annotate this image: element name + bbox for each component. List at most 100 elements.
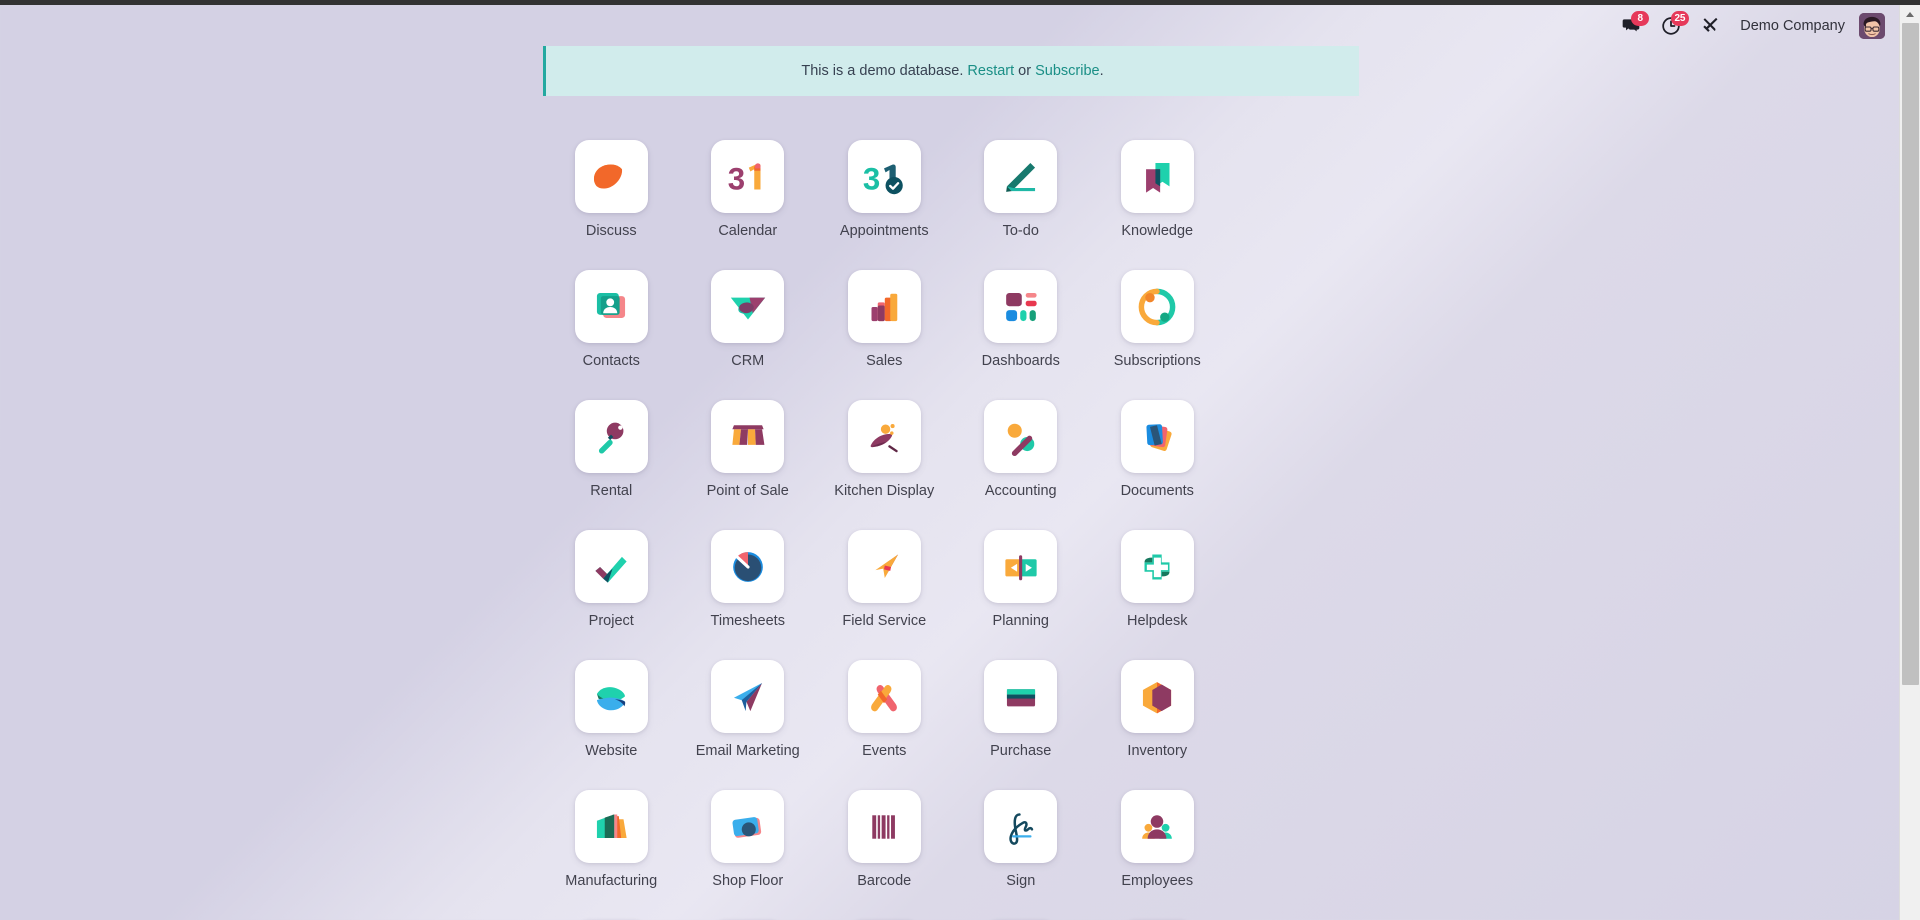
app-item-kitchen-display[interactable]: Kitchen Display [816, 400, 953, 530]
app-item-inventory[interactable]: Inventory [1089, 660, 1226, 790]
crm-icon [711, 270, 785, 343]
field-service-icon [847, 530, 921, 603]
scrollbar-thumb[interactable] [1902, 23, 1919, 685]
app-label: Subscriptions [1113, 353, 1201, 369]
app-label: Website [585, 743, 638, 759]
app-item-employees[interactable]: Employees [1089, 790, 1226, 920]
app-item-planning[interactable]: Planning [953, 530, 1090, 660]
app-item-timesheets[interactable]: Timesheets [680, 530, 817, 660]
events-icon [847, 660, 921, 733]
app-item-crm[interactable]: CRM [680, 270, 817, 400]
app-label: Field Service [842, 613, 927, 629]
app-item-email-marketing[interactable]: Email Marketing [680, 660, 817, 790]
app-label: Documents [1120, 483, 1194, 499]
app-item-to-do[interactable]: To-do [953, 140, 1090, 270]
appointments-icon: 33 [847, 140, 921, 213]
app-item-purchase[interactable]: Purchase [953, 660, 1090, 790]
app-item-barcode[interactable]: Barcode [816, 790, 953, 920]
todo-icon [1005, 162, 1035, 192]
messages-button[interactable]: 8 [1611, 5, 1651, 46]
email-marketing-icon [711, 660, 785, 733]
barcode-icon [847, 790, 921, 863]
app-item-accounting[interactable]: Accounting [953, 400, 1090, 530]
sales-icon [871, 293, 898, 321]
app-label: Contacts [582, 353, 640, 369]
manufacturing-icon [597, 814, 627, 838]
documents-icon [1146, 423, 1172, 451]
activities-button[interactable]: 25 [1651, 5, 1691, 46]
app-item-helpdesk[interactable]: Helpdesk [1089, 530, 1226, 660]
app-item-field-service[interactable]: Field Service [816, 530, 953, 660]
app-label: Purchase [990, 743, 1052, 759]
project-icon [595, 556, 627, 583]
app-label: Discuss [585, 223, 637, 239]
app-label: Shop Floor [712, 873, 784, 889]
app-item-manufacturing[interactable]: Manufacturing [543, 790, 680, 920]
kitchen-display-icon [870, 423, 898, 452]
app-item-project[interactable]: Project [543, 530, 680, 660]
field-service-icon [875, 554, 899, 578]
app-item-website[interactable]: Website [543, 660, 680, 790]
app-item-subscriptions[interactable]: Subscriptions [1089, 270, 1226, 400]
user-avatar[interactable] [1859, 12, 1885, 39]
company-switcher[interactable]: Demo Company [1730, 5, 1857, 46]
app-item-calendar[interactable]: 3 Calendar [680, 140, 817, 270]
app-label: Timesheets [710, 613, 785, 629]
app-label: Planning [992, 613, 1049, 629]
employees-icon [1120, 790, 1194, 863]
app-item-point-of-sale[interactable]: Point of Sale [680, 400, 817, 530]
point-of-sale-icon [732, 424, 765, 445]
contacts-icon [574, 270, 648, 343]
barcode-icon [872, 814, 896, 839]
app-label: Accounting [984, 483, 1057, 499]
accounting-icon [1007, 423, 1035, 456]
email-marketing-icon [733, 682, 762, 711]
app-item-sign[interactable]: Sign [953, 790, 1090, 920]
inventory-icon [1143, 681, 1172, 713]
app-item-events[interactable]: Events [816, 660, 953, 790]
subscriptions-icon [1120, 270, 1194, 343]
app-item-contacts[interactable]: Contacts [543, 270, 680, 400]
app-item-knowledge[interactable]: Knowledge [1089, 140, 1226, 270]
app-item-documents[interactable]: Documents [1089, 400, 1226, 530]
app-label: Events [862, 743, 907, 759]
shop-floor-icon [732, 816, 761, 838]
planning-icon [1005, 554, 1037, 580]
app-label: Inventory [1127, 743, 1188, 759]
events-icon [871, 684, 898, 711]
purchase-icon [1006, 688, 1035, 706]
helpdesk-icon [1144, 554, 1170, 579]
app-label: Dashboards [981, 353, 1060, 369]
app-item-discuss[interactable]: Discuss [543, 140, 680, 270]
app-item-dashboards[interactable]: Dashboards [953, 270, 1090, 400]
banner-prefix-text: This is a demo database. [801, 63, 968, 79]
app-item-shop-floor[interactable]: Shop Floor [680, 790, 817, 920]
app-item-rental[interactable]: Rental [543, 400, 680, 530]
banner-suffix-text: . [1099, 63, 1104, 79]
knowledge-icon [1146, 162, 1170, 193]
timesheets-icon [711, 530, 785, 603]
scrollbar-up-arrow-icon[interactable] [1900, 5, 1920, 23]
app-label: Calendar [718, 223, 778, 239]
shop-floor-icon [711, 790, 785, 863]
banner-middle-text: or [1014, 63, 1036, 79]
debug-tools-button[interactable] [1691, 5, 1730, 46]
page-scrollbar[interactable] [1899, 5, 1920, 920]
app-label: Appointments [839, 223, 929, 239]
accounting-icon [984, 400, 1058, 473]
rental-icon [574, 400, 648, 473]
app-label: Knowledge [1121, 223, 1194, 239]
subscribe-link[interactable]: Subscribe [1035, 63, 1099, 79]
messages-badge: 8 [1631, 11, 1650, 26]
documents-icon [1120, 400, 1194, 473]
discuss-icon [594, 164, 623, 189]
demo-database-banner: This is a demo database. Restart or Subs… [543, 46, 1359, 96]
app-item-appointments[interactable]: 33 Appointments [816, 140, 953, 270]
app-label: To-do [1002, 223, 1039, 239]
restart-link[interactable]: Restart [967, 63, 1014, 79]
kitchen-display-icon [847, 400, 921, 473]
app-item-sales[interactable]: Sales [816, 270, 953, 400]
point-of-sale-icon [711, 400, 785, 473]
calendar-icon: 3 [711, 140, 785, 213]
app-label: Kitchen Display [834, 483, 935, 499]
